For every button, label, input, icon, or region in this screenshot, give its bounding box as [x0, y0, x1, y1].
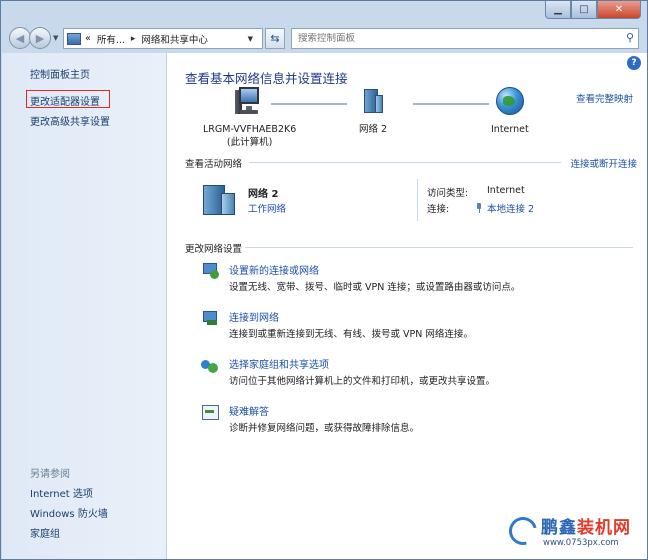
help-icon[interactable]: ?	[627, 56, 641, 70]
forward-button[interactable]: ▶	[29, 27, 51, 49]
troubleshoot-desc: 诊断并修复网络问题，或获得故障排除信息。	[229, 423, 420, 434]
window: ▁ □ ✕ ◀ ▶ ▼ « 所有... ▸ 网络和共享中心 ▼ ⇆ ⚲ 控制面板…	[0, 0, 648, 560]
breadcrumb-overflow[interactable]: «	[85, 33, 91, 44]
troubleshoot-link[interactable]: 疑难解答	[229, 403, 269, 418]
address-bar[interactable]: « 所有... ▸ 网络和共享中心 ▼	[63, 28, 263, 49]
map-internet-label: Internet	[491, 124, 529, 135]
forward-arrow-icon: ▶	[35, 31, 45, 45]
search-box[interactable]: ⚲	[291, 28, 639, 49]
watermark-url: www.0753px.com	[543, 538, 619, 548]
change-advanced-sharing-link[interactable]: 更改高级共享设置	[30, 113, 110, 128]
see-full-map-link[interactable]: 查看完整映射	[576, 91, 633, 105]
control-panel-icon	[67, 32, 81, 45]
map-network-label: 网络 2	[359, 124, 388, 135]
map-computer-node[interactable]: LRGM-VVFHAEB2K6 (此计算机)	[203, 87, 296, 149]
active-networks-heading: 查看活动网络	[185, 159, 243, 170]
change-adapter-settings-link[interactable]: 更改适配器设置	[30, 93, 100, 108]
close-button[interactable]: ✕	[597, 1, 641, 19]
left-task-pane: 控制面板主页 更改适配器设置 更改高级共享设置 另请参阅 Internet 选项…	[2, 53, 167, 559]
active-network-icon[interactable]	[201, 183, 239, 217]
windows-firewall-link[interactable]: Windows 防火墙	[30, 505, 108, 520]
troubleshoot-icon	[201, 403, 219, 421]
connections-value[interactable]: 本地连接 2	[475, 201, 534, 215]
breadcrumb-item-network-center[interactable]: 网络和共享中心	[141, 32, 208, 46]
connect-network-desc: 连接到或重新连接到无线、有线、拨号或 VPN 网络连接。	[229, 329, 473, 340]
active-network-name: 网络 2	[248, 189, 279, 200]
recent-pages-dropdown[interactable]: ▼	[53, 34, 58, 42]
site-watermark: 鹏鑫装机网 www.0753px.com	[505, 509, 643, 553]
connections-label: 连接:	[427, 204, 450, 215]
refresh-button[interactable]: ⇆	[265, 28, 285, 49]
internet-options-link[interactable]: Internet 选项	[30, 485, 93, 500]
minimize-button[interactable]: ▁	[545, 1, 571, 19]
map-network-node[interactable]: 网络 2	[359, 87, 387, 136]
map-connector-line	[271, 103, 347, 105]
homegroup-sharing-link[interactable]: 选择家庭组和共享选项	[229, 356, 329, 371]
map-internet-node[interactable]: Internet	[491, 87, 529, 136]
computer-subtitle: (此计算机)	[226, 137, 273, 148]
local-connection-link[interactable]: 本地连接 2	[487, 204, 534, 215]
setup-connection-desc: 设置无线、宽带、拨号、临时或 VPN 连接；或设置路由器或访问点。	[229, 282, 521, 293]
change-settings-heading: 更改网络设置	[185, 244, 243, 255]
homegroup-link[interactable]: 家庭组	[30, 525, 60, 540]
breadcrumb-chevron-icon[interactable]: ▸	[131, 34, 136, 44]
plug-icon	[475, 203, 483, 213]
page-title: 查看基本网络信息并设置连接	[185, 71, 348, 86]
setup-connection-link[interactable]: 设置新的连接或网络	[229, 262, 319, 277]
connect-network-icon	[201, 309, 219, 327]
connect-network-link[interactable]: 连接到网络	[229, 309, 279, 324]
main-content: ? 查看基本网络信息并设置连接 查看完整映射 LRGM-VVFHAEB2K6 (…	[167, 53, 647, 559]
section-divider	[249, 162, 561, 163]
computer-icon	[234, 87, 265, 117]
back-button[interactable]: ◀	[9, 27, 31, 49]
navigation-bar: ◀ ▶ ▼ « 所有... ▸ 网络和共享中心 ▼ ⇆ ⚲	[1, 25, 647, 51]
new-connection-icon	[201, 262, 219, 280]
refresh-icon: ⇆	[270, 32, 280, 45]
connect-disconnect-link[interactable]: 连接或断开连接	[570, 156, 637, 170]
address-dropdown-icon[interactable]: ▼	[248, 35, 253, 43]
caption-buttons: ▁ □ ✕	[545, 1, 641, 21]
watermark-logo-icon	[505, 513, 535, 543]
search-icon[interactable]: ⚲	[626, 31, 634, 44]
homegroup-sharing-desc: 访问位于其他网络计算机上的文件和打印机，或更改共享设置。	[229, 376, 496, 387]
see-also-heading: 另请参阅	[30, 469, 70, 480]
computer-name: LRGM-VVFHAEB2K6	[203, 124, 297, 135]
network-icon	[360, 87, 386, 117]
maximize-button[interactable]: □	[571, 1, 597, 19]
back-arrow-icon: ◀	[15, 31, 25, 45]
access-type-value: Internet	[487, 185, 525, 196]
control-panel-home-link[interactable]: 控制面板主页	[30, 66, 90, 81]
vertical-divider	[417, 179, 418, 221]
section-divider	[245, 247, 633, 248]
watermark-brand: 鹏鑫装机网	[541, 518, 631, 538]
map-connector-line	[413, 103, 489, 105]
search-input[interactable]	[298, 33, 608, 44]
homegroup-icon	[201, 356, 219, 374]
access-type-label: 访问类型:	[427, 188, 469, 199]
network-type-link[interactable]: 工作网络	[248, 201, 286, 215]
internet-globe-icon	[495, 87, 524, 115]
breadcrumb-item-all[interactable]: 所有...	[97, 32, 125, 46]
